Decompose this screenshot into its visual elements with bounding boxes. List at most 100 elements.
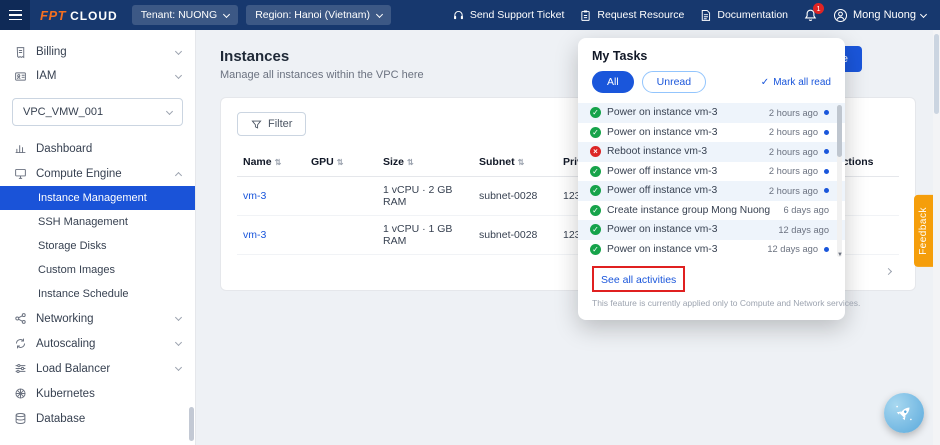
task-time: 2 hours ago: [769, 127, 818, 137]
task-item[interactable]: Power on instance vm-3 12 days ago: [578, 220, 845, 240]
filter-icon: [251, 119, 262, 130]
sidebar-label-dashboard: Dashboard: [36, 143, 92, 155]
region-label: Region: Hanoi (Vietnam): [255, 9, 370, 21]
app-root: FPT CLOUD Tenant: NUONG Region: Hanoi (V…: [0, 0, 940, 445]
chevron-up-icon: [175, 171, 182, 178]
tasks-panel-title: My Tasks: [578, 38, 845, 71]
documentation-link[interactable]: Documentation: [699, 9, 788, 22]
brand-fpt: FPT: [40, 8, 66, 23]
sidebar-item-instance-management[interactable]: Instance Management: [0, 186, 195, 210]
task-item[interactable]: Power on instance vm-3 2 hours ago: [578, 103, 845, 123]
sidebar-item-iam[interactable]: IAM: [0, 64, 195, 88]
unread-dot: [824, 130, 829, 135]
column-header-size[interactable]: Size⇅: [377, 148, 473, 177]
chevron-down-icon: [175, 339, 182, 346]
send-support-ticket-link[interactable]: Send Support Ticket: [452, 9, 565, 22]
feedback-tab[interactable]: Feedback: [914, 195, 933, 267]
region-selector[interactable]: Region: Hanoi (Vietnam): [246, 5, 391, 25]
tab-all[interactable]: All: [592, 71, 634, 93]
sidebar-item-kubernetes[interactable]: Kubernetes: [0, 381, 195, 406]
iam-icon: [14, 70, 27, 83]
user-menu[interactable]: Mong Nuong: [833, 8, 926, 23]
clipboard-icon: [579, 9, 592, 22]
see-all-activities-link[interactable]: See all activities: [601, 274, 676, 286]
success-icon: [590, 224, 601, 235]
success-icon: [590, 185, 601, 196]
scroll-down-arrow[interactable]: ▼: [837, 252, 842, 258]
tasks-list: Power on instance vm-3 2 hours ago Power…: [578, 103, 845, 259]
sidebar-item-database[interactable]: Database: [0, 406, 195, 431]
chevron-down-icon: [223, 10, 230, 17]
assistant-fab-button[interactable]: [884, 393, 924, 433]
load-balancer-icon: [14, 362, 27, 375]
task-time: 2 hours ago: [769, 147, 818, 157]
task-item[interactable]: Create instance group Mong Nuong 6 days …: [578, 201, 845, 221]
cell-subnet: subnet-0028: [473, 216, 557, 255]
sidebar-label-billing: Billing: [36, 46, 67, 58]
task-time: 2 hours ago: [769, 186, 818, 196]
chevron-down-icon: [175, 71, 182, 78]
scrollbar-thumb[interactable]: [837, 105, 842, 157]
tenant-selector[interactable]: Tenant: NUONG: [132, 5, 238, 25]
column-header-name[interactable]: Name⇅: [237, 148, 305, 177]
sort-icon[interactable]: ⇅: [407, 158, 414, 167]
task-item[interactable]: Reboot instance vm-3 2 hours ago: [578, 142, 845, 162]
task-time: 2 hours ago: [769, 108, 818, 118]
page-scrollbar[interactable]: [933, 30, 940, 445]
tab-unread[interactable]: Unread: [642, 71, 706, 93]
next-page-button[interactable]: [879, 262, 897, 280]
sidebar-item-instance-schedule[interactable]: Instance Schedule: [0, 282, 195, 306]
chevron-down-icon: [175, 364, 182, 371]
topbar: FPT CLOUD Tenant: NUONG Region: Hanoi (V…: [0, 0, 940, 30]
task-time: 12 days ago: [778, 225, 829, 235]
chevron-down-icon: [166, 107, 173, 114]
sidebar-item-storage-disks[interactable]: Storage Disks: [0, 234, 195, 258]
task-item[interactable]: Power on instance vm-3 2 hours ago: [578, 123, 845, 143]
sort-icon[interactable]: ⇅: [275, 158, 282, 167]
database-icon: [14, 412, 27, 425]
sidebar-item-custom-images[interactable]: Custom Images: [0, 258, 195, 282]
sidebar-item-load-balancer[interactable]: Load Balancer: [0, 356, 195, 381]
task-time: 12 days ago: [767, 244, 818, 254]
scrollbar-thumb[interactable]: [934, 34, 939, 114]
sidebar-item-ssh-management[interactable]: SSH Management: [0, 210, 195, 234]
sidebar-item-networking[interactable]: Networking: [0, 306, 195, 331]
task-item[interactable]: Power off instance vm-3 2 hours ago: [578, 181, 845, 201]
instance-link[interactable]: vm-3: [243, 229, 266, 241]
sort-icon[interactable]: ⇅: [518, 158, 525, 167]
sidebar-item-compute-engine[interactable]: Compute Engine: [0, 161, 195, 186]
task-item[interactable]: Power off instance vm-3 2 hours ago: [578, 162, 845, 182]
sidebar-scrollbar[interactable]: [189, 407, 194, 441]
column-header-gpu[interactable]: GPU⇅: [305, 148, 377, 177]
mark-all-read-label: Mark all read: [773, 77, 831, 88]
red-annotation-box: See all activities: [592, 266, 685, 292]
sidebar-item-billing[interactable]: Billing: [0, 40, 195, 64]
task-text: Power on instance vm-3: [607, 127, 763, 138]
cell-size: 1 vCPU · 1 GB RAM: [377, 216, 473, 255]
task-text: Create instance group Mong Nuong: [607, 205, 778, 216]
sort-icon[interactable]: ⇅: [337, 158, 344, 167]
sidebar-label-compute-engine: Compute Engine: [36, 168, 122, 180]
hamburger-menu-icon[interactable]: [0, 0, 30, 30]
chevron-down-icon: [175, 314, 182, 321]
kubernetes-icon: [14, 387, 27, 400]
chevron-down-icon: [920, 10, 927, 17]
request-resource-link[interactable]: Request Resource: [579, 9, 684, 22]
mark-all-read-link[interactable]: Mark all read: [761, 77, 831, 88]
tenant-label: Tenant: NUONG: [141, 9, 217, 21]
task-item[interactable]: Power on instance vm-3 12 days ago: [578, 240, 845, 260]
unread-dot: [824, 169, 829, 174]
sidebar-item-dashboard[interactable]: Dashboard: [0, 136, 195, 161]
sub-label: Instance Schedule: [38, 288, 129, 300]
column-header-subnet[interactable]: Subnet⇅: [473, 148, 557, 177]
billing-icon: [14, 46, 27, 59]
tasks-scrollbar[interactable]: ▼: [837, 105, 842, 257]
filter-button[interactable]: Filter: [237, 112, 306, 136]
notifications-button[interactable]: 1: [803, 8, 818, 23]
dashboard-icon: [14, 142, 27, 155]
sidebar-item-autoscaling[interactable]: Autoscaling: [0, 331, 195, 356]
topbar-right: Send Support Ticket Request Resource Doc…: [452, 8, 940, 23]
vpc-selector[interactable]: VPC_VMW_001: [12, 98, 183, 126]
task-time: 6 days ago: [784, 205, 830, 215]
instance-link[interactable]: vm-3: [243, 190, 266, 202]
